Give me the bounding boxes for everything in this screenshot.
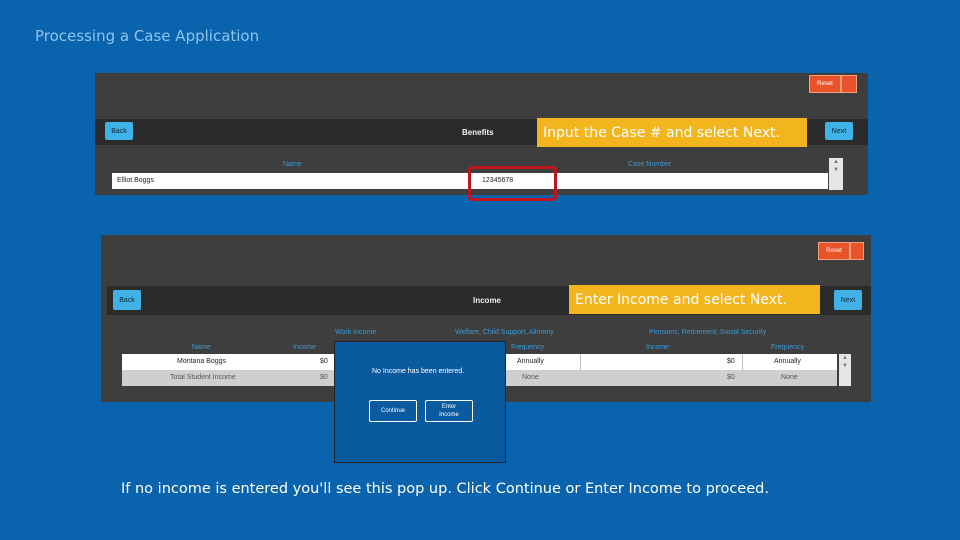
income-group-welfare: Welfare, Child Support, Alimony xyxy=(455,329,554,336)
income-next-button[interactable]: Next xyxy=(834,290,862,310)
benefits-scrollbar[interactable]: ▲ ▼ xyxy=(829,158,843,190)
income-row-work-income[interactable]: $0 xyxy=(320,358,328,365)
benefits-next-button[interactable]: Next xyxy=(825,122,853,140)
income-row-pension-income[interactable]: $0 xyxy=(727,358,735,365)
income-group-work: Work Income xyxy=(335,329,377,336)
income-scrollbar[interactable]: ▲ ▼ xyxy=(839,354,851,386)
benefits-reset-edge xyxy=(841,75,857,93)
benefits-callout: Input the Case # and select Next. xyxy=(537,118,807,147)
income-col-income: Income xyxy=(293,344,316,351)
case-number-highlight xyxy=(468,166,557,201)
income-row-name: Total Student Income xyxy=(170,374,236,381)
income-row-pension-frequency[interactable]: Annually xyxy=(774,358,801,365)
benefits-col-case-number: Case Number xyxy=(628,161,672,168)
popup-message: No Income has been entered. xyxy=(372,368,465,375)
income-col-income-2: Income xyxy=(646,344,669,351)
income-callout: Enter Income and select Next. xyxy=(569,285,820,314)
income-row-pension-frequency: None xyxy=(781,374,798,381)
benefits-screen-title: Benefits xyxy=(462,128,494,137)
slide-title: Processing a Case Application xyxy=(35,27,260,45)
income-row-welfare-frequency: None xyxy=(522,374,539,381)
benefits-back-button[interactable]: Back xyxy=(105,122,133,140)
benefits-col-name: Name xyxy=(283,161,302,168)
income-group-pensions: Pensions, Retirement, Social Security xyxy=(649,329,767,336)
income-row-welfare-frequency[interactable]: Annually xyxy=(517,358,544,365)
income-col-frequency: Frequency xyxy=(511,344,545,351)
income-back-button[interactable]: Back xyxy=(113,290,141,310)
enter-income-button[interactable]: Enter Income xyxy=(425,400,473,422)
benefits-row-name: Elliot Boggs xyxy=(117,177,154,184)
benefits-reset-button[interactable]: Reset xyxy=(809,75,841,93)
income-screen-title: Income xyxy=(473,296,502,305)
income-row-name: Montana Boggs xyxy=(177,358,227,365)
income-row-work-income: $0 xyxy=(320,374,328,381)
no-income-popup: No Income has been entered. Continue Ent… xyxy=(334,341,506,463)
income-reset-edge xyxy=(850,242,864,260)
continue-button[interactable]: Continue xyxy=(369,400,417,422)
income-reset-button[interactable]: Reset xyxy=(818,242,850,260)
income-col-name: Name xyxy=(192,344,211,351)
income-col-frequency-2: Frequency xyxy=(771,344,805,351)
footer-instruction: If no income is entered you'll see this … xyxy=(121,481,769,497)
income-row-pension-income: $0 xyxy=(727,374,735,381)
